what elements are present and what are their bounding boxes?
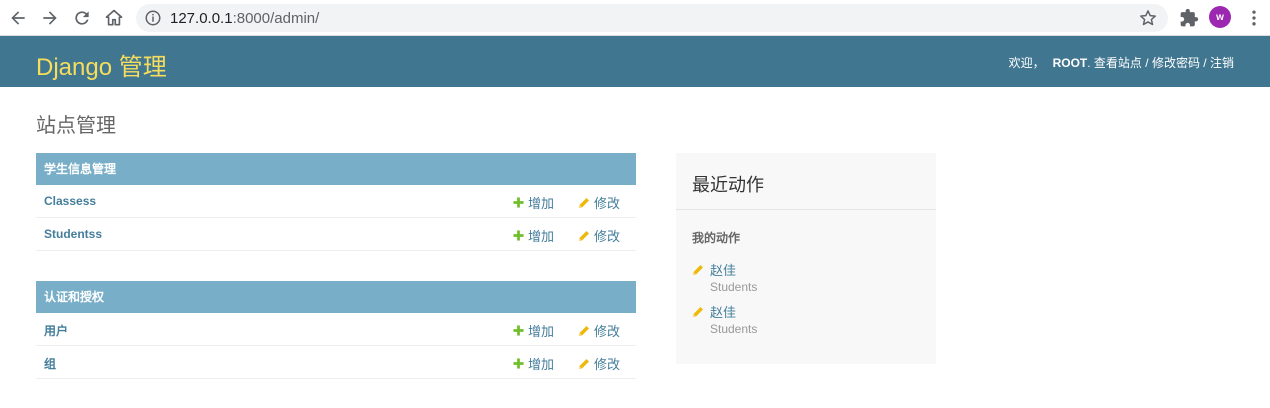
add-link[interactable]: 增加 [513,354,554,373]
recent-action-item: 赵佳 Students [692,302,757,336]
model-row: Studentss 增加 修改 [36,218,636,251]
extensions-puzzle-icon[interactable] [1179,8,1199,28]
home-button[interactable] [102,6,126,30]
recent-action-title: 赵佳 [710,305,737,320]
add-label: 增加 [528,357,555,372]
pencil-icon [579,325,589,336]
recent-action-link[interactable]: 赵佳 [692,302,757,321]
recent-actions-title: 最近动作 [692,175,764,195]
separator: / [1141,56,1152,70]
info-icon[interactable] [144,9,162,27]
pencil-icon [579,358,589,369]
change-link[interactable]: 修改 [578,226,620,245]
model-row: 用户 增加 修改 [36,313,636,346]
welcome-text: 欢迎， [1008,56,1045,70]
module-caption[interactable]: 学生信息管理 [36,153,636,185]
recent-action-model: Students [710,280,758,294]
forward-button[interactable] [38,6,62,30]
change-link[interactable]: 修改 [578,321,620,340]
profile-avatar[interactable]: w [1209,6,1231,28]
add-link[interactable]: 增加 [513,226,554,245]
arrow-left-icon [11,11,25,25]
reload-button[interactable] [70,6,94,30]
add-label: 增加 [528,229,555,244]
add-link[interactable]: 增加 [513,193,554,212]
model-link-users[interactable]: 用户 [44,322,68,339]
model-link-classess[interactable]: Classess [44,194,96,208]
pencil-icon [693,264,703,275]
separator: / [1199,56,1210,70]
my-actions-title: 我的动作 [692,231,741,245]
app-module-students: 学生信息管理 Classess 增加 修改 Studentss 增加 修改 [36,153,636,251]
plus-icon [513,197,524,208]
reload-icon [75,11,89,25]
home-icon [105,9,123,26]
change-label: 修改 [594,357,621,372]
model-link-groups[interactable]: 组 [44,355,56,372]
change-link[interactable]: 修改 [578,354,620,373]
back-button[interactable] [6,6,30,30]
separator: . [1087,56,1094,70]
add-label: 增加 [528,324,555,339]
admin-header: Django 管理 欢迎， ROOT. 查看站点 / 修改密码 / 注销 [0,36,1270,87]
address-bar[interactable]: 127.0.0.1:8000/admin/ [136,4,1168,32]
username: ROOT [1052,56,1088,70]
more-menu-icon[interactable] [1244,8,1264,28]
change-label: 修改 [594,324,621,339]
arrow-right-icon [43,11,57,25]
pencil-icon [579,230,589,241]
model-link-studentss[interactable]: Studentss [44,227,102,241]
browser-toolbar: 127.0.0.1:8000/admin/ w [0,0,1270,36]
logout-link[interactable]: 注销 [1210,56,1234,70]
plus-icon [513,230,524,241]
divider [676,209,936,210]
view-site-link[interactable]: 查看站点 [1094,56,1142,70]
recent-action-title: 赵佳 [710,263,737,278]
change-link[interactable]: 修改 [578,193,620,212]
app-module-auth: 认证和授权 用户 增加 修改 组 增加 修改 [36,281,636,379]
page-title: 站点管理 [36,115,116,137]
recent-action-item: 赵佳 Students [692,260,757,294]
change-label: 修改 [594,196,621,211]
bookmark-star-icon[interactable] [1138,8,1158,28]
module-caption[interactable]: 认证和授权 [36,281,636,313]
model-row: 组 增加 修改 [36,346,636,379]
user-tools: 欢迎， ROOT. 查看站点 / 修改密码 / 注销 [1009,54,1234,71]
model-row: Classess 增加 修改 [36,185,636,218]
recent-action-link[interactable]: 赵佳 [692,260,757,279]
add-label: 增加 [528,196,555,211]
plus-icon [513,325,524,336]
recent-actions-panel: 最近动作 我的动作 赵佳 Students 赵佳 Students [676,153,936,364]
add-link[interactable]: 增加 [513,321,554,340]
site-branding[interactable]: Django 管理 [36,47,167,82]
pencil-icon [579,197,589,208]
change-label: 修改 [594,229,621,244]
change-password-link[interactable]: 修改密码 [1152,56,1200,70]
recent-action-model: Students [710,322,758,336]
url-text: 127.0.0.1:8000/admin/ [170,10,320,27]
pencil-icon [693,306,703,317]
plus-icon [513,358,524,369]
